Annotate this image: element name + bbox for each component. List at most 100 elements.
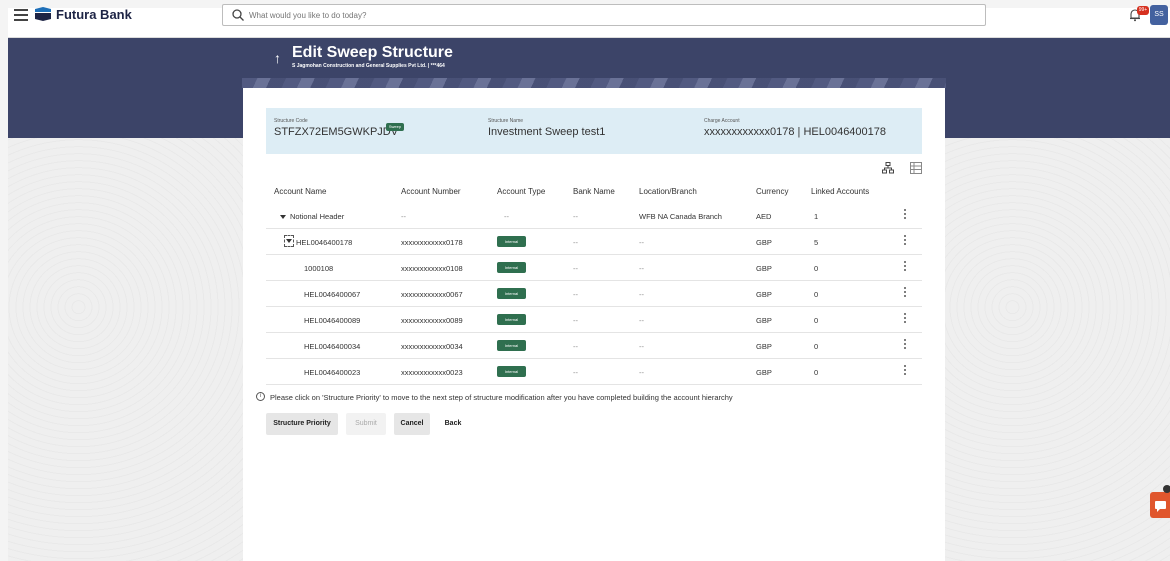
search-icon: [232, 9, 244, 21]
location-branch: WFB NA Canada Branch: [639, 212, 722, 221]
structure-code-value: STFZX72EM5GWKPJDV: [274, 126, 399, 138]
location-branch: --: [639, 264, 644, 273]
row-expand-caret[interactable]: [284, 235, 294, 247]
column-header-account-type: Account Type: [497, 187, 546, 196]
account-number: --: [401, 212, 406, 221]
submit-button[interactable]: Submit: [346, 413, 386, 435]
linked-accounts: 0: [814, 264, 819, 273]
chat-icon[interactable]: [1150, 492, 1170, 518]
location-branch: --: [639, 316, 644, 325]
bank-name: --: [573, 264, 578, 273]
row-actions-icon[interactable]: [902, 208, 908, 222]
location-branch: --: [639, 290, 644, 299]
account-number: xxxxxxxxxxxx0023: [401, 368, 463, 377]
account-number: xxxxxxxxxxxx0089: [401, 316, 463, 325]
account-name: HEL0046400067: [304, 290, 361, 299]
chat-indicator: [1163, 485, 1170, 493]
linked-accounts: 1: [814, 212, 819, 221]
search-bar[interactable]: [222, 4, 986, 26]
bank-name: --: [573, 212, 578, 221]
notification-badge: 99+: [1137, 6, 1149, 15]
brand-name[interactable]: Futura Bank: [56, 7, 132, 22]
page-title: Edit Sweep Structure: [292, 44, 453, 61]
info-note: Please click on 'Structure Priority' to …: [270, 393, 733, 402]
info-icon: i: [256, 392, 265, 401]
account-type: --: [504, 212, 509, 221]
table-row[interactable]: HEL0046400089 xxxxxxxxxxxx0089 Internal …: [266, 307, 922, 333]
charge-account-value: xxxxxxxxxxxx0178 | HEL0046400178: [704, 126, 887, 138]
account-name: Notional Header: [290, 212, 345, 221]
table-row[interactable]: HEL0046400023 xxxxxxxxxxxx0023 Internal …: [266, 359, 922, 385]
table-row[interactable]: HEL0046400178 xxxxxxxxxxxx0178 Internal …: [266, 229, 922, 255]
account-type-badge: Internal: [497, 262, 526, 273]
column-header-account-name: Account Name: [274, 187, 327, 196]
structure-name-value: Investment Sweep test1: [488, 126, 606, 138]
account-number: xxxxxxxxxxxx0034: [401, 342, 463, 351]
currency: GBP: [756, 290, 772, 299]
location-branch: --: [639, 238, 644, 247]
account-name: 1000108: [304, 264, 334, 273]
column-header-account-number: Account Number: [401, 187, 461, 196]
table-row[interactable]: HEL0046400067 xxxxxxxxxxxx0067 Internal …: [266, 281, 922, 307]
account-number: xxxxxxxxxxxx0067: [401, 290, 463, 299]
column-header-bank-name: Bank Name: [573, 187, 615, 196]
row-actions-icon[interactable]: [902, 364, 908, 378]
currency: GBP: [756, 316, 772, 325]
linked-accounts: 5: [814, 238, 819, 247]
background-pattern-left: [8, 138, 243, 561]
currency: GBP: [756, 368, 772, 377]
account-type-badge: Internal: [497, 340, 526, 351]
avatar[interactable]: SS: [1150, 5, 1168, 25]
banner-decoration: [242, 78, 946, 88]
row-actions-icon[interactable]: [902, 338, 908, 352]
row-expand-caret[interactable]: [280, 212, 289, 221]
account-name: HEL0046400034: [304, 342, 361, 351]
linked-accounts: 0: [814, 368, 819, 377]
bank-name: --: [573, 342, 578, 351]
bank-name: --: [573, 368, 578, 377]
structure-summary: Structure Code STFZX72EM5GWKPJDV Structu…: [266, 108, 922, 154]
table-row[interactable]: 1000108 xxxxxxxxxxxx0108 Internal -- -- …: [266, 255, 922, 281]
column-header-currency: Currency: [756, 187, 789, 196]
row-actions-icon[interactable]: [902, 312, 908, 326]
structure-code-label: Structure Code: [274, 118, 308, 124]
structure-name-label: Structure Name: [488, 118, 524, 124]
currency: GBP: [756, 264, 772, 273]
currency: AED: [756, 212, 772, 221]
table-row[interactable]: HEL0046400034 xxxxxxxxxxxx0034 Internal …: [266, 333, 922, 359]
page-subtitle: S Jagmohan Construction and General Supp…: [292, 63, 445, 69]
tree-view-icon[interactable]: [882, 162, 894, 174]
row-actions-icon[interactable]: [902, 286, 908, 300]
account-type-badge: Internal: [497, 288, 526, 299]
account-type-badge: Internal: [497, 366, 526, 377]
hamburger-menu-icon[interactable]: [14, 7, 28, 21]
back-arrow-icon[interactable]: ↑: [274, 50, 281, 66]
column-header-location: Location/Branch: [639, 187, 697, 196]
account-name: HEL0046400023: [304, 368, 361, 377]
sweep-badge: Sweep: [386, 123, 404, 131]
linked-accounts: 0: [814, 316, 819, 325]
background-pattern-right: [945, 138, 1170, 561]
currency: GBP: [756, 342, 772, 351]
back-button[interactable]: Back: [438, 413, 468, 435]
column-header-linked-accounts: Linked Accounts: [811, 187, 870, 196]
location-branch: --: [639, 342, 644, 351]
bank-name: --: [573, 316, 578, 325]
account-name: HEL0046400089: [304, 316, 361, 325]
row-actions-icon[interactable]: [902, 234, 908, 248]
row-actions-icon[interactable]: [902, 260, 908, 274]
charge-account-label: Charge Account: [704, 118, 740, 124]
structure-priority-button[interactable]: Structure Priority: [266, 413, 338, 435]
account-type-badge: Internal: [497, 236, 526, 247]
account-number: xxxxxxxxxxxx0108: [401, 264, 463, 273]
account-type-badge: Internal: [497, 314, 526, 325]
table-view-icon[interactable]: [910, 162, 922, 174]
currency: GBP: [756, 238, 772, 247]
cancel-button[interactable]: Cancel: [394, 413, 430, 435]
table-row[interactable]: Notional Header -- -- -- WFB NA Canada B…: [266, 203, 922, 229]
linked-accounts: 0: [814, 290, 819, 299]
linked-accounts: 0: [814, 342, 819, 351]
bank-name: --: [573, 238, 578, 247]
search-input[interactable]: [249, 7, 969, 23]
bank-name: --: [573, 290, 578, 299]
